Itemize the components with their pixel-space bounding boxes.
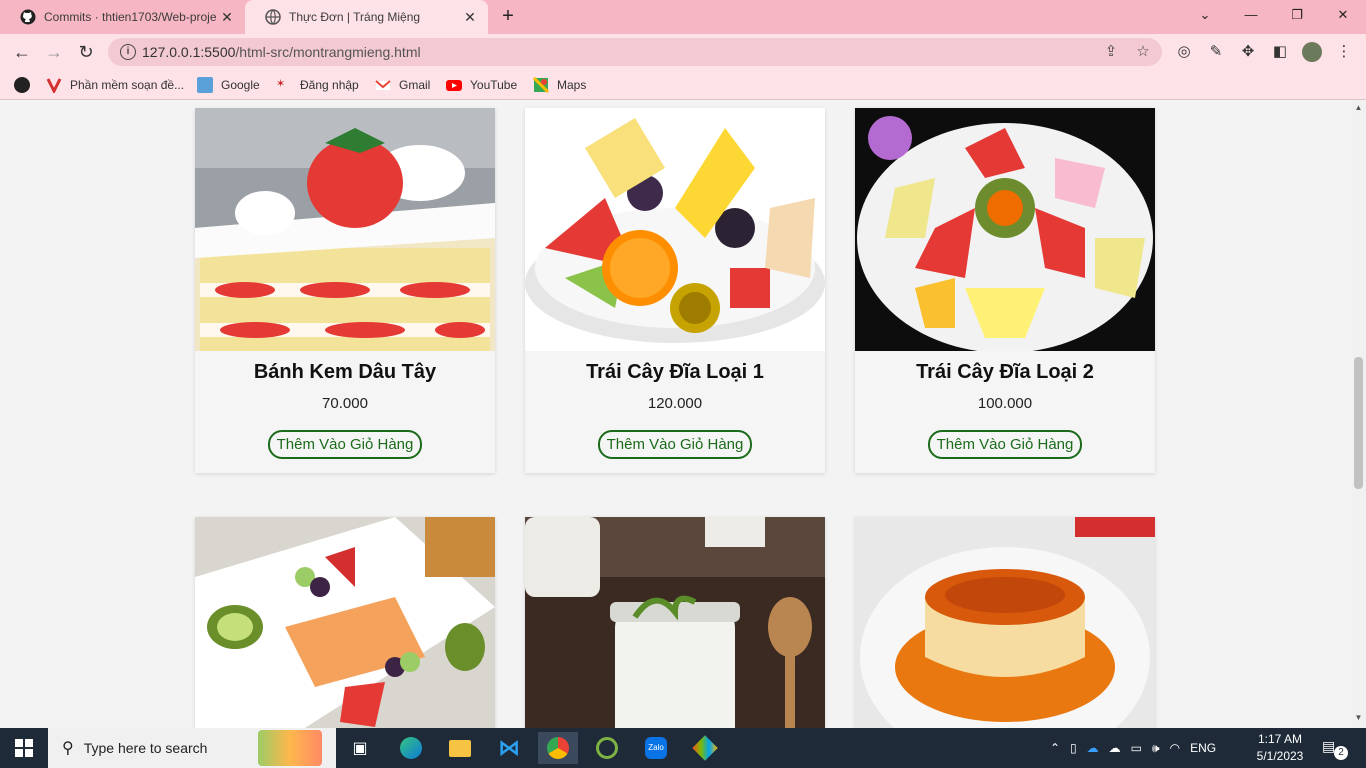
tab-github-commits[interactable]: Commits · thtien1703/Web-proje ✕ [0, 0, 245, 34]
battery-icon[interactable]: ▭ [1131, 741, 1142, 755]
notification-center-icon[interactable]: ▤ 2 [1322, 738, 1348, 760]
vscode-icon[interactable]: ⋈ [489, 732, 529, 764]
bookmark-star-icon[interactable]: ☆ [1134, 43, 1152, 61]
volume-icon[interactable]: 🕪 [1152, 741, 1160, 756]
address-bar[interactable]: i 127.0.0.1:5500/html-src/montrangmieng.… [108, 38, 1162, 66]
add-to-cart-button[interactable]: Thêm Vào Giỏ Hàng [927, 430, 1083, 459]
color-picker-extension-icon[interactable]: ✎ [1206, 42, 1226, 62]
product-name: Bánh Kem Dâu Tây [253, 361, 437, 383]
restore-button[interactable]: ❐ [1282, 4, 1312, 26]
url-text: 127.0.0.1:5500/html-src/montrangmieng.ht… [142, 44, 421, 60]
product-card: Bánh Kem Dâu Tây 70.000 Thêm Vào Giỏ Hàn… [195, 108, 495, 473]
product-price: 120.000 [647, 395, 703, 412]
notification-count-badge: 2 [1334, 746, 1348, 760]
youtube-icon [446, 77, 462, 93]
chrome-icon[interactable] [538, 732, 578, 764]
tab-title: Commits · thtien1703/Web-proje [44, 10, 217, 24]
globe-icon [265, 9, 281, 25]
clock-date: 5/1/2023 [1256, 749, 1304, 763]
drinks-search-highlight-icon [258, 730, 322, 766]
clock-time: 1:17 AM [1257, 732, 1303, 746]
back-button[interactable]: ← [10, 41, 34, 63]
bookmark-gmail[interactable]: Gmail [375, 76, 430, 94]
taskbar-search[interactable]: ⚲ Type here to search [48, 728, 336, 768]
system-tray: ⌃ ▯ ☁ ☁ ▭ 🕪 ◠ ENG [1050, 728, 1216, 768]
product-name: Trái Cây Đĩa Loại 1 [586, 361, 764, 383]
task-view-icon[interactable]: ▣ [340, 732, 380, 764]
globe-dark-icon [14, 77, 30, 93]
side-panel-icon[interactable]: ◧ [1270, 42, 1290, 62]
bookmark-icon-only[interactable] [14, 76, 38, 94]
search-placeholder: Type here to search [83, 740, 208, 756]
fruit-plate-2-image [855, 108, 1155, 351]
windows-logo-icon [15, 739, 33, 757]
bookmark-maps[interactable]: Maps [532, 76, 586, 94]
bookmark-phan-mem[interactable]: Phần mềm soạn đề... [46, 76, 184, 95]
language-indicator[interactable]: ENG [1190, 741, 1216, 755]
product-price: 70.000 [322, 395, 368, 412]
google-icon [197, 77, 213, 93]
start-button[interactable] [0, 728, 48, 768]
device-icon[interactable]: ▯ [1070, 741, 1077, 755]
browser-toolbar: ← → ↻ i 127.0.0.1:5500/html-src/montrang… [0, 34, 1366, 70]
forward-button[interactable]: → [42, 41, 66, 63]
add-to-cart-button[interactable]: Thêm Vào Giỏ Hàng [267, 430, 423, 459]
page-content: Bánh Kem Dâu Tây 70.000 Thêm Vào Giỏ Hàn… [0, 101, 1366, 728]
tab-strip: Commits · thtien1703/Web-proje ✕ Thực Đơ… [0, 0, 1366, 34]
product-name: Trái Cây Đĩa Loại 2 [916, 361, 1094, 383]
windows-taskbar: ⚲ Type here to search ▣ ⋈ Zalo ⌃ ▯ ☁ ☁ ▭… [0, 728, 1366, 768]
site-info-icon[interactable]: i [120, 44, 136, 60]
close-window-button[interactable]: ✕ [1328, 4, 1358, 26]
gmail-icon [375, 77, 391, 93]
cloud-sync-icon[interactable]: ☁ [1109, 741, 1121, 755]
bookmarks-bar: Phần mềm soạn đề... Google ✶ Đăng nhập G… [0, 70, 1366, 100]
yogurt-jar-image [525, 517, 825, 728]
scroll-down-arrow-icon[interactable]: ▼ [1354, 713, 1363, 723]
git-app-icon[interactable] [685, 732, 725, 764]
product-card: Trái Cây Đĩa Loại 2 100.000 Thêm Vào Giỏ… [855, 108, 1155, 473]
product-card [525, 517, 825, 728]
flan-caramel-image [855, 517, 1155, 728]
page-scrollbar[interactable]: ▲ ▼ [1351, 101, 1366, 728]
add-to-cart-button[interactable]: Thêm Vào Giỏ Hàng [597, 430, 753, 459]
new-tab-button[interactable]: + [496, 6, 520, 28]
onedrive-icon[interactable]: ☁ [1087, 741, 1099, 755]
tab-title: Thực Đơn | Tráng Miệng [289, 10, 421, 24]
coccoc-icon[interactable] [587, 732, 627, 764]
extensions-puzzle-icon[interactable]: ✥ [1238, 42, 1258, 62]
share-icon[interactable]: ⇪ [1102, 43, 1120, 61]
bookmark-google[interactable]: Google [197, 76, 260, 94]
reload-button[interactable]: ↻ [74, 41, 98, 63]
taskbar-clock[interactable]: 1:17 AM 5/1/2023 [1250, 731, 1310, 765]
login-icon: ✶ [276, 78, 286, 90]
product-price: 100.000 [977, 395, 1033, 412]
chevron-up-icon[interactable]: ⌃ [1050, 741, 1060, 755]
compass-extension-icon[interactable]: ◎ [1174, 42, 1194, 62]
file-explorer-icon[interactable] [440, 732, 480, 764]
scroll-up-arrow-icon[interactable]: ▲ [1354, 103, 1363, 113]
close-tab-icon[interactable]: ✕ [219, 9, 235, 25]
strawberry-cake-image [195, 108, 495, 351]
scrollbar-thumb[interactable] [1354, 357, 1363, 489]
wifi-icon[interactable]: ◠ [1170, 741, 1180, 755]
bookmark-youtube[interactable]: YouTube [446, 76, 517, 94]
close-tab-icon[interactable]: ✕ [462, 9, 478, 25]
fruit-platter-image [195, 517, 495, 728]
zalo-icon[interactable]: Zalo [636, 732, 676, 764]
bookmark-dang-nhap[interactable]: ✶ Đăng nhập [276, 76, 359, 94]
product-card [195, 517, 495, 728]
product-card [855, 517, 1155, 728]
search-icon: ⚲ [62, 740, 74, 757]
tab-search-icon[interactable]: ⌄ [1190, 4, 1220, 26]
maps-icon [532, 76, 550, 94]
edge-icon[interactable] [391, 732, 431, 764]
product-card: Trái Cây Đĩa Loại 1 120.000 Thêm Vào Giỏ… [525, 108, 825, 473]
github-icon [20, 9, 36, 25]
minimize-button[interactable]: — [1236, 4, 1266, 26]
avatar[interactable] [1302, 42, 1322, 62]
menu-kebab-icon[interactable]: ⋮ [1334, 42, 1354, 62]
tab-thuc-don[interactable]: Thực Đơn | Tráng Miệng ✕ [245, 0, 488, 34]
v-logo-icon [46, 77, 62, 95]
fruit-plate-1-image [525, 108, 825, 351]
